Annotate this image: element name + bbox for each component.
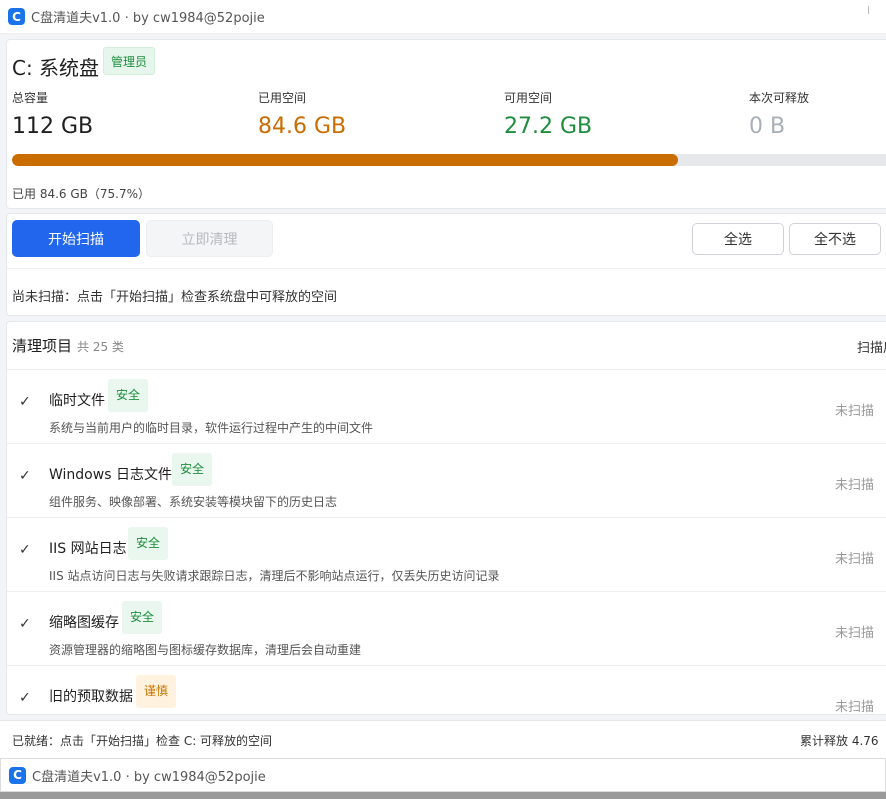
stat-total-label: 总容量 [12,91,49,105]
item-name: 旧的预取数据 [49,689,133,705]
disk-title: C: 系统盘 [12,56,100,80]
list-count: 共 25 类 [77,340,124,354]
item-name: 临时文件 [49,393,105,409]
checkmark-icon[interactable]: ✓ [19,394,31,410]
safety-badge: 安全 [108,379,149,412]
item-status: 未扫描 [835,404,875,419]
item-name: IIS 网站日志 [49,541,127,557]
status-message: 已就绪：点击「开始扫描」检查 C: 可释放的空间 [12,734,273,748]
list-item[interactable]: ✓ Windows 日志文件 安全 组件服务、映像部署、系统安装等模块留下的历史… [7,444,886,518]
safety-badge: 安全 [122,601,163,634]
item-status: 未扫描 [835,478,875,493]
stat-releasable: 本次可释放 0 B [749,89,809,139]
checkmark-icon[interactable]: ✓ [19,616,31,632]
start-scan-button[interactable]: 开始扫描 [12,220,140,257]
cumulative-released: 累计释放 4.76 [800,734,879,748]
stat-free-value: 27.2 GB [504,114,593,139]
item-description: 系统与当前用户的临时目录，软件运行过程中产生的中间文件 [49,421,374,435]
status-bar: 已就绪：点击「开始扫描」检查 C: 可释放的空间 累计释放 4.76 [0,720,886,758]
disk-usage-progress [12,154,886,166]
select-all-button[interactable]: 全选 [692,223,784,255]
stat-total: 总容量 112 GB [12,89,93,139]
action-card: 开始扫描 立即清理 全选 全不选 尚未扫描：点击「开始扫描」检查系统盘中可释放的… [6,213,886,316]
stat-releasable-value: 0 B [749,114,786,139]
window-title: C盘清道夫v1.0 · by cw1984@52pojie [32,769,266,785]
select-none-button[interactable]: 全不选 [789,223,881,255]
clean-now-button[interactable]: 立即清理 [146,220,273,257]
list-title: 清理项目 [12,337,73,355]
disk-used-text: 已用 84.6 GB（75.7%） [12,187,151,201]
list-item[interactable]: ✓ IIS 网站日志 安全 IIS 站点访问日志与失败请求跟踪日志，清理后不影响… [7,518,886,592]
item-name: Windows 日志文件 [49,467,172,483]
stat-used: 已用空间 84.6 GB [258,89,346,139]
checkmark-icon[interactable]: ✓ [19,690,31,706]
divider [7,268,886,269]
safety-badge: 安全 [128,527,169,560]
list-header: 清理项目 共 25 类 扫描后 [7,322,886,370]
checkmark-icon[interactable]: ✓ [19,468,31,484]
app-logo-icon: C [8,8,25,25]
window-titlebar[interactable]: C C盘清道夫v1.0 · by cw1984@52pojie [0,0,886,34]
window-title: C盘清道夫v1.0 · by cw1984@52pojie [31,11,265,26]
window-control-icon[interactable] [868,6,876,14]
item-description: IIS 站点访问日志与失败请求跟踪日志，清理后不影响站点运行，仅丢失历史访问记录 [49,569,500,583]
item-name: 缩略图缓存 [49,615,119,631]
item-status: 未扫描 [835,552,875,567]
list-item[interactable]: ✓ 旧的预取数据 谨慎 未扫描 [7,666,886,715]
scan-hint: 尚未扫描：点击「开始扫描」检查系统盘中可释放的空间 [12,290,338,305]
checkmark-icon[interactable]: ✓ [19,542,31,558]
second-window-titlebar[interactable]: C C盘清道夫v1.0 · by cw1984@52pojie [0,758,886,792]
item-status: 未扫描 [835,626,875,641]
stat-free: 可用空间 27.2 GB [504,89,592,139]
main-page: C: 系统盘 管理员 总容量 112 GB 已用空间 84.6 GB 可用空间 … [0,34,886,758]
safety-badge: 安全 [172,453,213,486]
stat-used-label: 已用空间 [258,91,307,105]
admin-badge: 管理员 [103,47,156,75]
item-description: 资源管理器的缩略图与图标缓存数据库，清理后会自动重建 [49,643,362,657]
disk-usage-progress-fill [12,154,679,166]
list-column-scan-result: 扫描后 [857,341,886,356]
list-item[interactable]: ✓ 临时文件 安全 系统与当前用户的临时目录，软件运行过程中产生的中间文件 未扫… [7,370,886,444]
stat-total-value: 112 GB [12,114,94,139]
background-strip [0,792,886,799]
cleanup-list-card: 清理项目 共 25 类 扫描后 ✓ 临时文件 安全 系统与当前用户的临时目录，软… [6,321,886,715]
safety-badge: 谨慎 [136,675,177,708]
app-logo-icon: C [9,766,26,784]
item-description: 组件服务、映像部署、系统安装等模块留下的历史日志 [49,495,338,509]
item-status: 未扫描 [835,700,875,715]
list-item[interactable]: ✓ 缩略图缓存 安全 资源管理器的缩略图与图标缓存数据库，清理后会自动重建 未扫… [7,592,886,666]
disk-summary-card: C: 系统盘 管理员 总容量 112 GB 已用空间 84.6 GB 可用空间 … [6,39,886,209]
stat-used-value: 84.6 GB [258,114,347,139]
stat-releasable-label: 本次可释放 [749,91,810,105]
stat-free-label: 可用空间 [504,91,553,105]
